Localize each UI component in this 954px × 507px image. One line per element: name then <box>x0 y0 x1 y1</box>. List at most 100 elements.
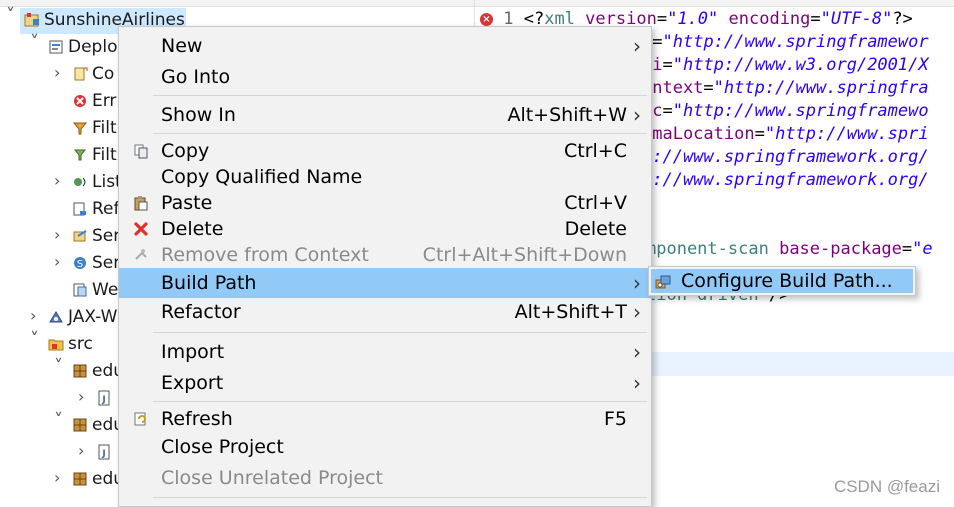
menu-item-label: New <box>161 35 203 57</box>
expand-chevron-icon[interactable]: ˅ <box>6 7 18 25</box>
editor-tab-strip-edge <box>474 0 954 7</box>
menu-item-shortcut: Alt+Shift+T <box>514 301 627 323</box>
tree-item-label: Co <box>92 64 115 84</box>
svg-text:J: J <box>101 449 105 459</box>
servlet-mapping-icon: S <box>72 255 88 271</box>
welcome-pages-icon <box>72 282 88 298</box>
menu-separator <box>153 332 647 333</box>
menu-item-label: Paste <box>161 192 213 214</box>
code-line: vc="http://www.springframewo <box>642 100 929 122</box>
menu-item-refactor[interactable]: Refactor Alt+Shift+T › <box>119 299 651 325</box>
code-token: "http://www.w3.org/2001/X <box>672 55 929 75</box>
menu-item-label: Copy <box>161 140 210 162</box>
expand-chevron-icon[interactable]: ˅ <box>30 34 42 52</box>
expand-chevron-icon[interactable]: ˅ <box>54 412 66 430</box>
menu-item-refresh[interactable]: Refresh F5 <box>119 406 651 432</box>
tree-item-label: Filt <box>92 145 117 165</box>
menu-item-paste[interactable]: Paste Ctrl+V <box>119 190 651 216</box>
menu-item-export[interactable]: Export › <box>119 370 651 396</box>
menu-item-shortcut: Delete <box>564 218 627 240</box>
collapse-chevron-icon[interactable]: › <box>54 470 66 486</box>
tree-item-label: Deplo <box>68 37 118 57</box>
project-icon <box>24 12 40 28</box>
menu-item-shortcut: Ctrl+C <box>564 140 627 162</box>
code-token: "http://www.springframewo <box>672 101 929 121</box>
expand-chevron-icon[interactable]: ˅ <box>30 331 42 349</box>
code-line: mponent-scan base-package="e <box>646 238 933 260</box>
menu-item-label: Build Path <box>161 272 257 294</box>
menu-item-close-unrelated-project: Close Unrelated Project <box>119 465 651 491</box>
svg-text:J: J <box>101 395 105 405</box>
menu-item-copy-qualified-name[interactable]: Copy Qualified Name <box>119 164 651 190</box>
menu-item-shortcut: Alt+Shift+W <box>507 104 627 126</box>
menu-item-close-project[interactable]: Close Project <box>119 434 651 460</box>
menu-item-label: Import <box>161 341 225 363</box>
java-file-icon: J <box>96 444 112 460</box>
paste-icon <box>133 195 149 211</box>
code-token: = <box>754 124 765 144</box>
expand-chevron-icon[interactable]: ˅ <box>54 358 66 376</box>
menu-separator <box>153 95 647 96</box>
code-token: = <box>901 239 913 259</box>
refresh-icon <box>133 411 149 427</box>
submenu-arrow-icon: › <box>633 34 641 58</box>
collapse-chevron-icon[interactable]: › <box>30 308 42 324</box>
code-token: = <box>656 9 668 29</box>
svg-text:S: S <box>77 259 83 270</box>
configure-build-path-icon <box>655 273 671 289</box>
code-token: p://www.springframework.org/ <box>642 147 929 167</box>
tree-item-label: Ref <box>92 199 120 219</box>
references-icon <box>72 201 88 217</box>
tree-item-label: Ser <box>92 226 121 246</box>
menu-item-new[interactable]: New › <box>119 33 651 59</box>
context-menu: New › Go Into Show In Alt+Shift+W › Copy Ctrl+C… <box>118 26 652 507</box>
submenu-arrow-icon: › <box>633 300 641 324</box>
java-file-icon: J <box>96 390 112 406</box>
code-token: = <box>703 78 714 98</box>
submenu-arrow-icon: › <box>633 103 641 127</box>
servlet-icon <box>72 228 88 244</box>
menu-item-copy[interactable]: Copy Ctrl+C <box>119 138 651 164</box>
menu-item-shortcut: Ctrl+Alt+Shift+Down <box>422 244 627 266</box>
menu-item-go-into[interactable]: Go Into <box>119 64 651 90</box>
error-marker-icon[interactable]: × <box>480 13 493 26</box>
package-icon <box>72 363 88 379</box>
delete-icon <box>133 221 149 237</box>
filter-mapping-icon <box>72 147 88 163</box>
tree-item-label: We <box>92 280 119 300</box>
menu-item-show-in[interactable]: Show In Alt+Shift+W › <box>119 102 651 128</box>
menu-separator <box>153 497 647 498</box>
menu-item-delete[interactable]: Delete Delete <box>119 216 651 242</box>
menu-item-label: Export <box>161 372 224 394</box>
code-token: p://www.springframework.org/ <box>642 170 929 190</box>
menu-item-label: Copy Qualified Name <box>161 166 363 188</box>
code-token: ?> <box>892 9 913 29</box>
configure-build-path-menu-item[interactable]: Configure Build Path... <box>651 269 913 293</box>
collapse-chevron-icon[interactable]: › <box>54 227 66 243</box>
package-icon <box>72 471 88 487</box>
code-token: "UTF-8" <box>820 9 893 29</box>
remove-context-icon <box>133 247 149 263</box>
code-token: = <box>810 9 821 29</box>
menu-item-remove-from-context: Remove from Context Ctrl+Alt+Shift+Down <box>119 242 651 268</box>
menu-item-label: Refactor <box>161 301 241 323</box>
collapse-chevron-icon[interactable]: › <box>54 173 66 189</box>
code-line: s="http://www.springframewor <box>642 31 929 53</box>
code-token: encoding <box>728 9 811 29</box>
error-pages-icon <box>72 93 88 109</box>
configure-build-path-label: Configure Build Path... <box>681 270 893 292</box>
build-path-submenu: Configure Build Path... <box>648 266 916 296</box>
menu-item-import[interactable]: Import › <box>119 339 651 365</box>
code-token: base-package <box>779 239 902 259</box>
code-token: = <box>652 32 663 52</box>
collapse-chevron-icon[interactable]: › <box>78 389 90 405</box>
tree-item-label: src <box>68 334 93 354</box>
code-token: "e <box>912 239 933 259</box>
collapse-chevron-icon[interactable]: › <box>78 443 90 459</box>
collapse-chevron-icon[interactable]: › <box>54 65 66 81</box>
submenu-arrow-icon: › <box>633 371 641 395</box>
package-icon <box>72 417 88 433</box>
collapse-chevron-icon[interactable]: › <box>54 254 66 270</box>
menu-item-build-path[interactable]: Build Path › <box>119 268 651 298</box>
submenu-arrow-icon: › <box>633 340 641 364</box>
